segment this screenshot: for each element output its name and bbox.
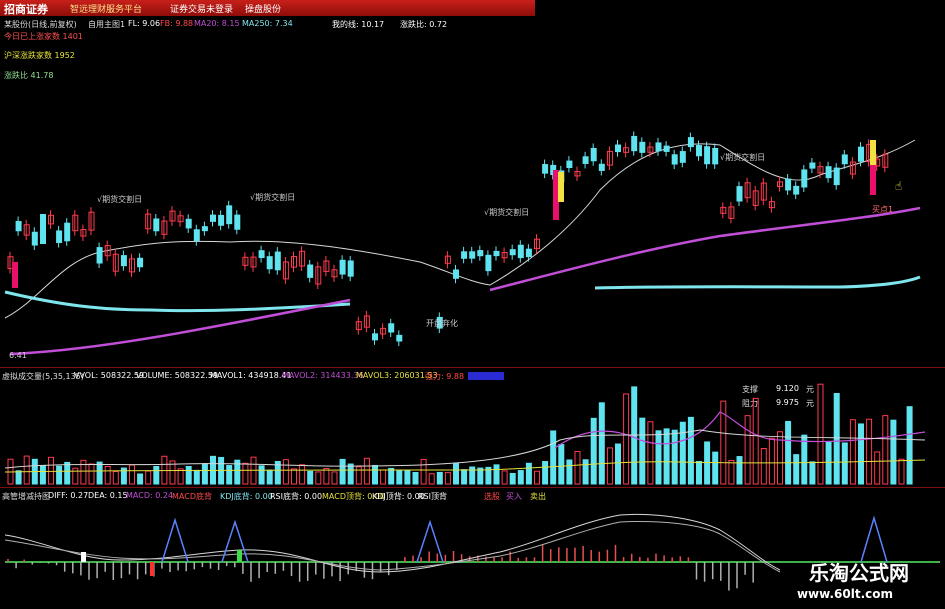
signal-peak-4 [860, 515, 888, 563]
macd-marker-white [81, 552, 86, 562]
watermark-name: 乐淘公式网 [809, 561, 909, 585]
macd-marker-green [237, 550, 242, 562]
watermark-url: www.60lt.com [796, 587, 893, 601]
macd-chart[interactable] [0, 0, 945, 609]
signal-peak-2 [221, 519, 249, 563]
macd-histogram [7, 544, 754, 591]
macd-marker-red [150, 562, 154, 576]
signal-peak-3 [416, 519, 444, 563]
